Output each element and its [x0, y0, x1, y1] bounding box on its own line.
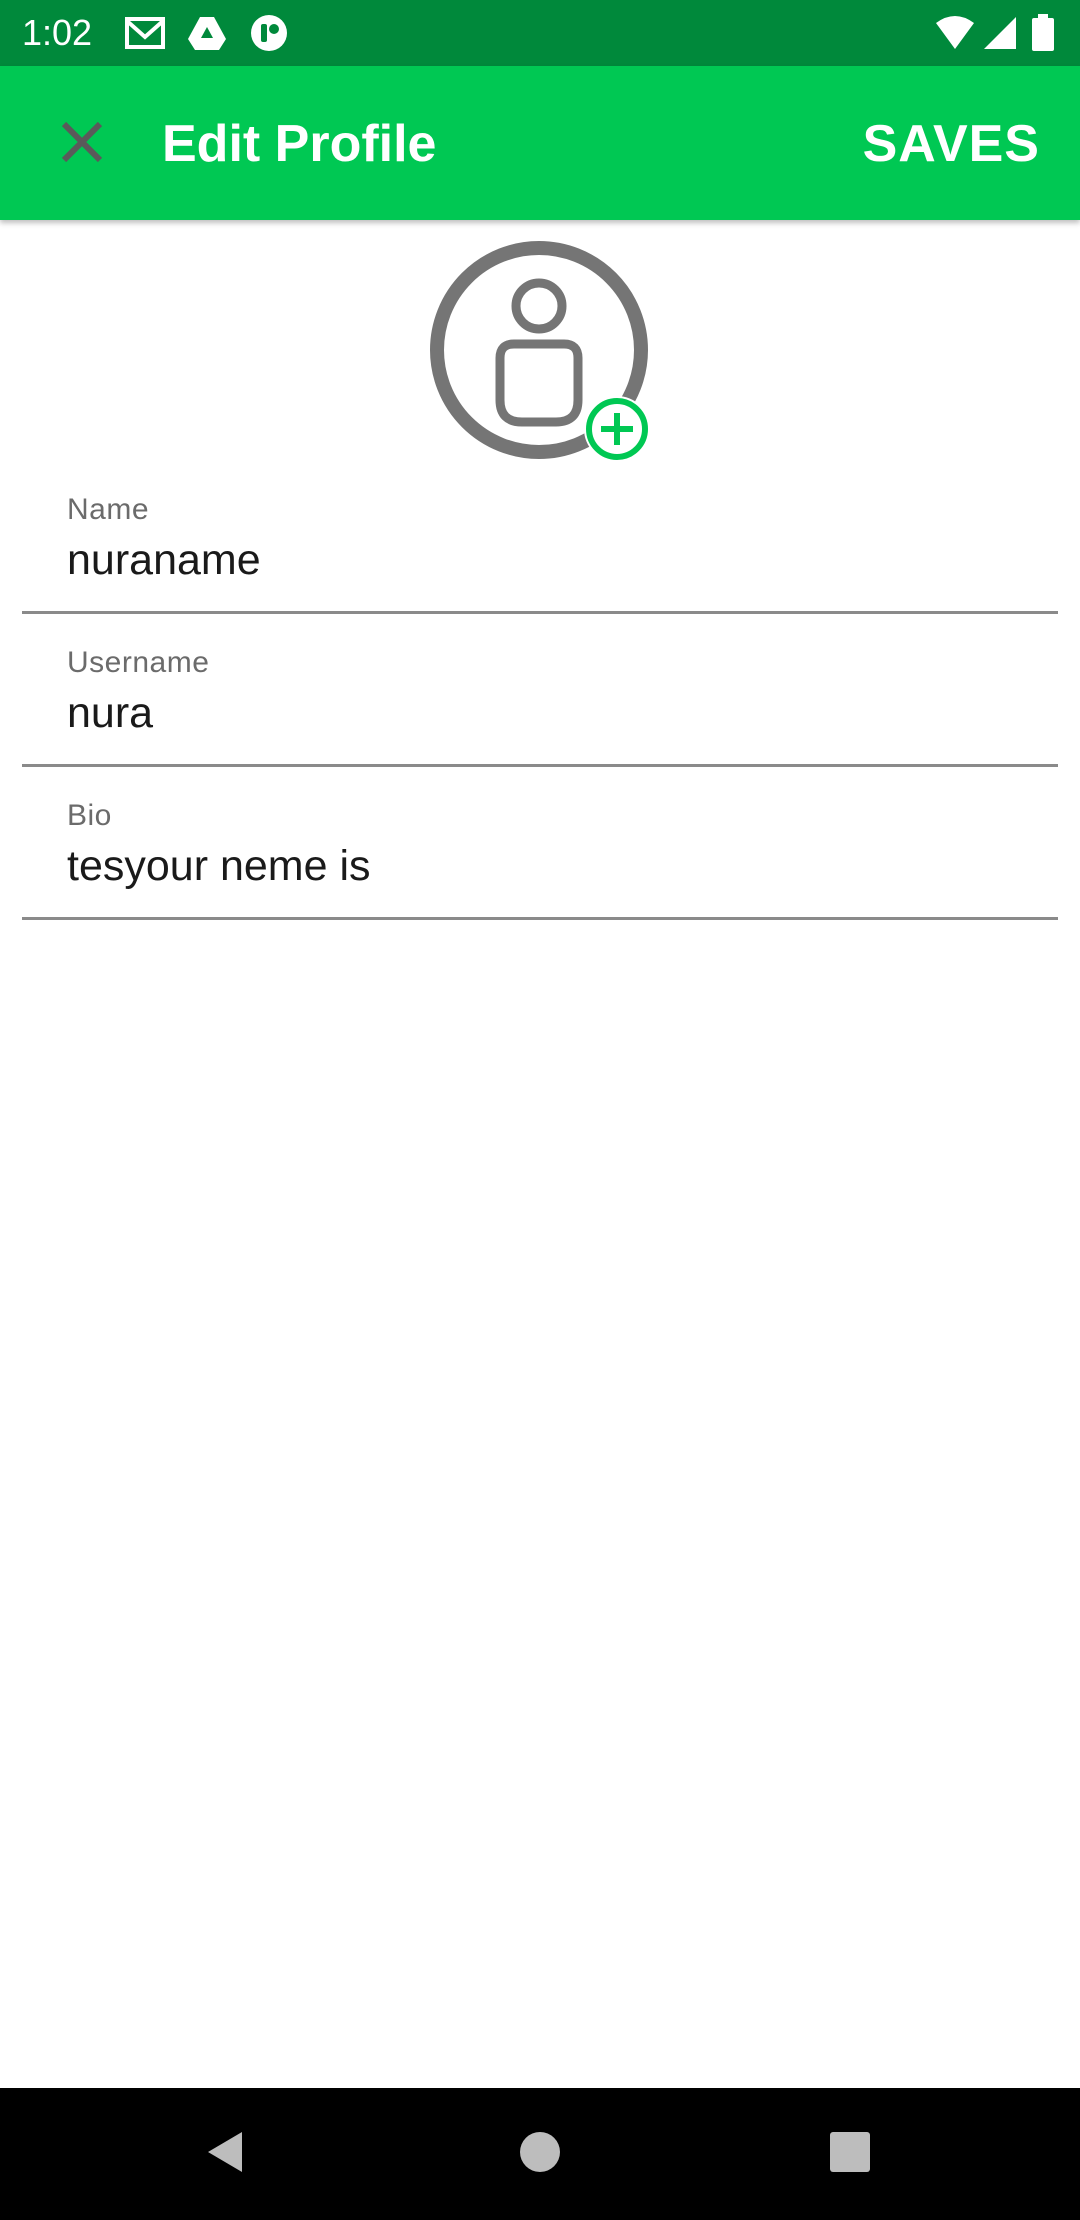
username-label: Username — [67, 646, 210, 679]
username-input[interactable] — [67, 685, 1027, 741]
recents-button[interactable] — [810, 2114, 890, 2194]
status-bar: 1:02 — [0, 0, 1080, 66]
name-input[interactable] — [67, 532, 1027, 588]
battery-icon — [1028, 13, 1058, 53]
close-button[interactable] — [44, 106, 120, 182]
save-button[interactable]: SAVES — [863, 112, 1040, 176]
name-field: Name — [22, 462, 1058, 614]
username-underline — [22, 764, 1058, 767]
home-button[interactable] — [500, 2114, 580, 2194]
app-bar: Edit Profile SAVES — [0, 66, 1080, 220]
signal-icon — [980, 13, 1022, 53]
close-icon — [58, 118, 106, 171]
gmail-icon — [124, 13, 166, 53]
wifi-icon — [934, 13, 976, 53]
bio-field: Bio — [22, 768, 1058, 920]
name-underline — [22, 611, 1058, 614]
avatar-picker[interactable] — [428, 240, 658, 470]
recents-icon — [826, 2128, 874, 2181]
bio-input[interactable] — [67, 838, 1027, 894]
bio-underline — [22, 917, 1058, 920]
back-icon — [202, 2128, 250, 2181]
app-notification-icon — [248, 13, 290, 53]
name-label: Name — [67, 493, 150, 526]
page-title: Edit Profile — [162, 115, 437, 173]
status-time: 1:02 — [22, 12, 93, 53]
bio-label: Bio — [67, 799, 112, 832]
system-nav-bar — [0, 2088, 1080, 2220]
username-field: Username — [22, 615, 1058, 767]
back-button[interactable] — [186, 2114, 266, 2194]
add-circle-icon[interactable] — [584, 396, 650, 462]
home-icon — [516, 2128, 564, 2181]
drive-icon — [186, 13, 228, 53]
